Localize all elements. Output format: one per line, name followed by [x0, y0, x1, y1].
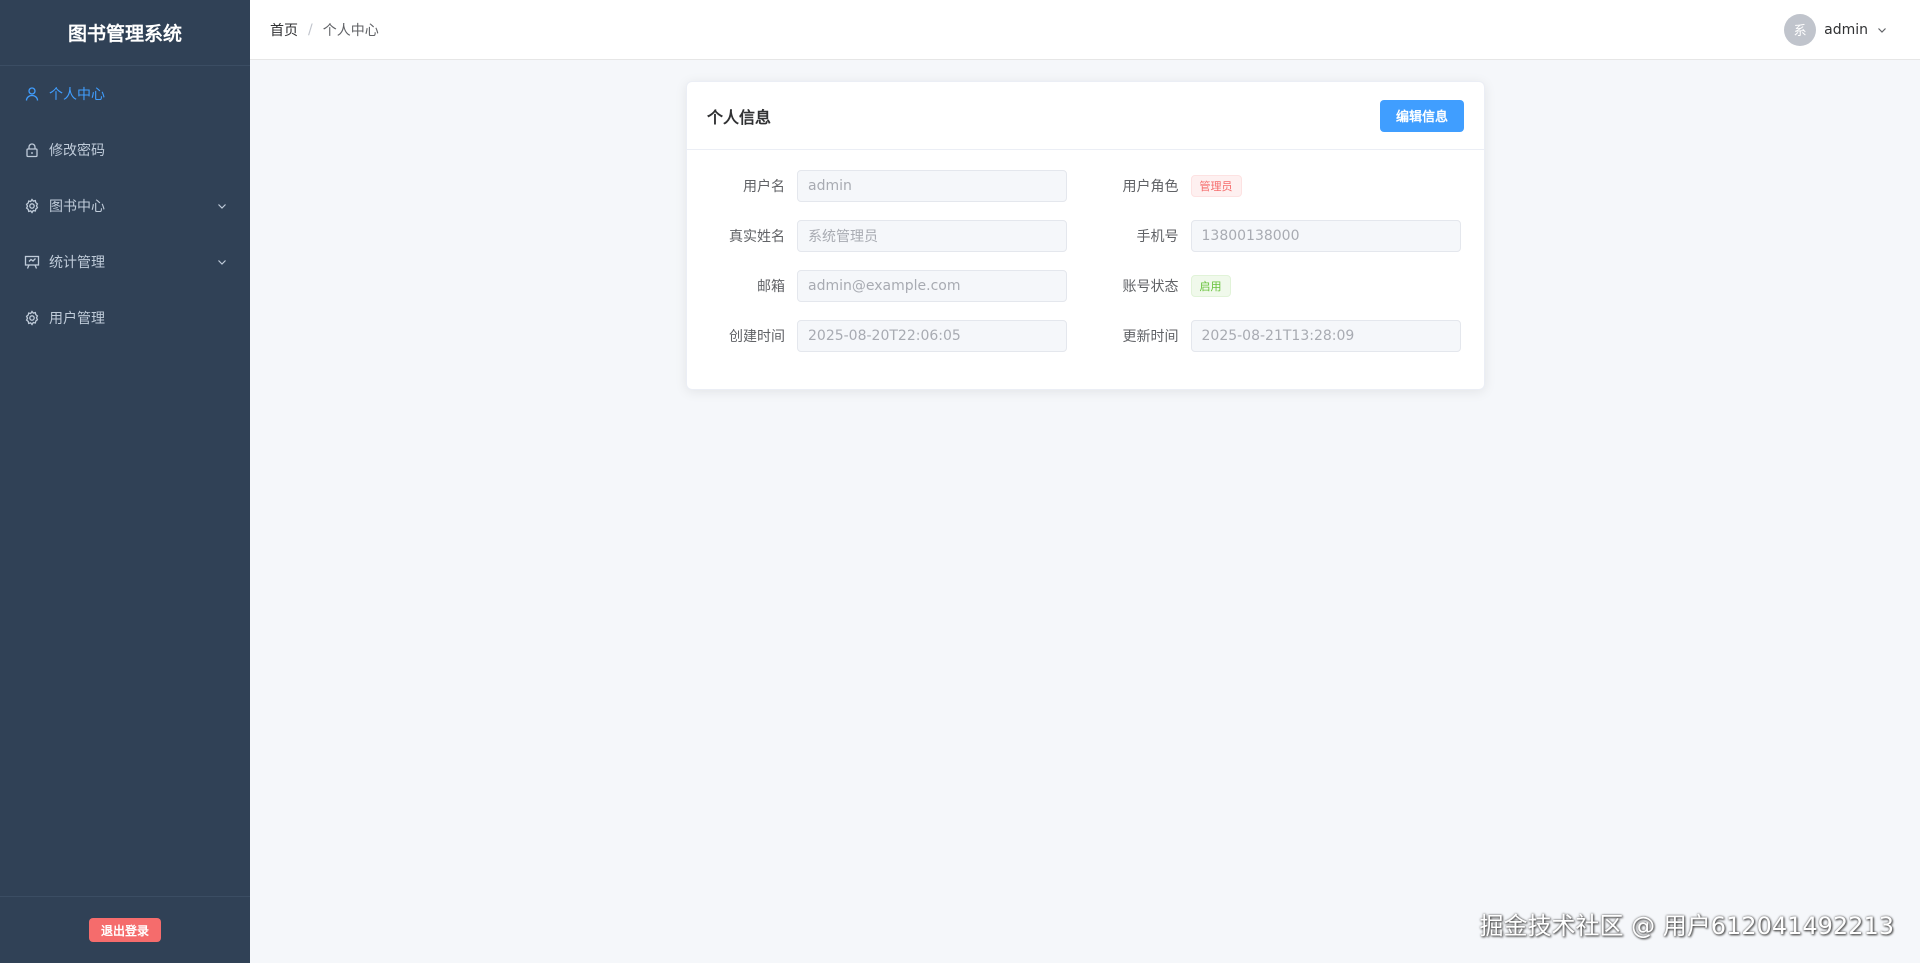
real-name-label: 真实姓名 [729, 229, 785, 245]
chart-board-icon [24, 254, 40, 270]
gear-icon [24, 198, 40, 214]
real-name-field [797, 220, 1067, 252]
form-row-updated: 更新时间 [1101, 320, 1465, 352]
username-label: 用户名 [743, 179, 785, 195]
form-row-email: 邮箱 [707, 270, 1071, 302]
profile-form: 用户名 用户角色 管理员 真实姓名 手机号 邮箱 账号状态 启用 创建时间 更新… [687, 150, 1484, 352]
created-time-label: 创建时间 [729, 329, 785, 345]
username: admin [1824, 21, 1868, 38]
profile-card: 个人信息 编辑信息 用户名 用户角色 管理员 真实姓名 手机号 邮箱 账号状态 … [686, 81, 1485, 390]
sidebar: 图书管理系统 个人中心 修改密码 图书中心 统计管理 用户管理 退出登录 [0, 0, 250, 963]
updated-time-field [1190, 320, 1461, 352]
username-field [797, 170, 1067, 202]
form-row-real-name: 真实姓名 [707, 220, 1071, 252]
top-header: 首页 / 个人中心 系 admin [250, 0, 1920, 60]
sidebar-item-change-password[interactable]: 修改密码 [0, 122, 250, 178]
chevron-down-icon [1876, 24, 1888, 36]
sidebar-item-label: 个人中心 [49, 87, 105, 103]
form-row-role: 用户角色 管理员 [1101, 170, 1465, 202]
sidebar-item-label: 用户管理 [49, 311, 105, 327]
user-icon [24, 86, 40, 102]
breadcrumb-current: 个人中心 [322, 22, 379, 39]
sidebar-footer: 退出登录 [0, 896, 250, 963]
sidebar-item-label: 修改密码 [49, 143, 105, 159]
status-badge: 启用 [1190, 275, 1231, 297]
watermark: 掘金技术社区 @ 用户612041492213 [1479, 912, 1895, 940]
breadcrumb-separator: / [308, 21, 313, 38]
form-row-username: 用户名 [707, 170, 1071, 202]
form-row-phone: 手机号 [1101, 220, 1465, 252]
status-label: 账号状态 [1122, 279, 1179, 295]
card-header: 个人信息 编辑信息 [687, 82, 1484, 150]
edit-info-button[interactable]: 编辑信息 [1379, 99, 1464, 132]
breadcrumb-home[interactable]: 首页 [270, 20, 298, 40]
sidebar-item-user-management[interactable]: 用户管理 [0, 290, 250, 346]
phone-field [1190, 220, 1461, 252]
card-title: 个人信息 [707, 107, 772, 127]
chevron-down-icon [216, 200, 228, 212]
email-field [797, 270, 1067, 302]
sidebar-item-label: 统计管理 [49, 255, 105, 271]
email-label: 邮箱 [757, 279, 785, 295]
created-time-field [797, 320, 1067, 352]
form-row-created: 创建时间 [707, 320, 1071, 352]
chevron-down-icon [216, 256, 228, 268]
sidebar-item-statistics[interactable]: 统计管理 [0, 234, 250, 290]
sidebar-item-label: 图书中心 [49, 199, 105, 215]
updated-time-label: 更新时间 [1122, 329, 1179, 345]
phone-label: 手机号 [1136, 229, 1179, 245]
user-dropdown[interactable]: 系 admin [1784, 13, 1888, 46]
logout-button[interactable]: 退出登录 [88, 918, 161, 942]
form-row-status: 账号状态 启用 [1101, 270, 1465, 302]
gear-icon [24, 310, 40, 326]
sidebar-item-book-center[interactable]: 图书中心 [0, 178, 250, 234]
sidebar-menu: 个人中心 修改密码 图书中心 统计管理 用户管理 [0, 66, 250, 346]
role-tag: 管理员 [1190, 175, 1242, 197]
role-label: 用户角色 [1122, 179, 1179, 195]
lock-icon [24, 142, 40, 158]
breadcrumb: 首页 / 个人中心 [270, 20, 379, 40]
sidebar-item-profile[interactable]: 个人中心 [0, 66, 250, 122]
avatar: 系 [1784, 13, 1817, 46]
brand-title: 图书管理系统 [0, 0, 250, 66]
